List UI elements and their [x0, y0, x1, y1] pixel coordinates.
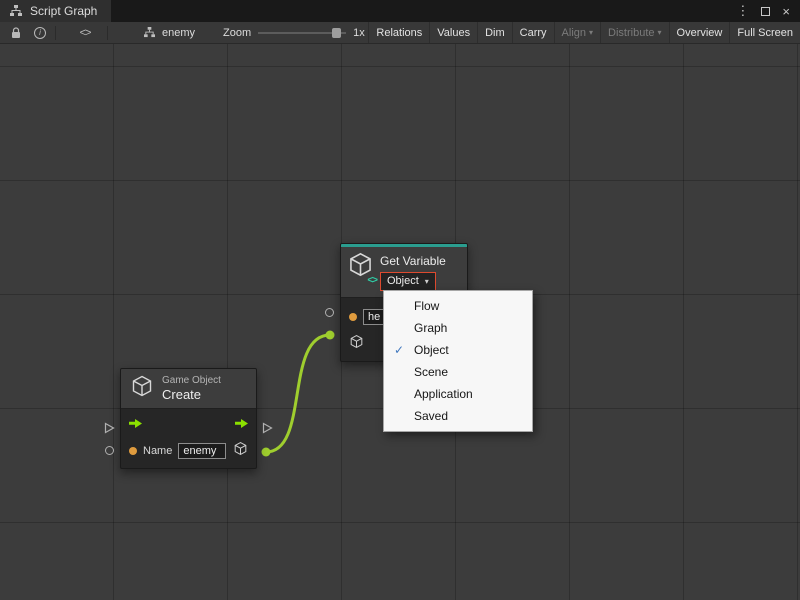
graph-name: enemy: [162, 27, 195, 39]
code-badge-icon: <>: [366, 275, 378, 286]
name-port-label: Name: [143, 445, 172, 457]
wire-output-port-dot[interactable]: [262, 448, 271, 457]
menu-item-object[interactable]: ✓ Object: [384, 339, 532, 361]
node-title: Get Variable: [380, 254, 446, 268]
game-object-cube-icon: [130, 374, 154, 403]
window-controls: ⋮ ×: [736, 0, 800, 22]
scope-value: Object: [387, 275, 419, 287]
scope-context-menu: Flow Graph ✓ Object Scene Application Sa…: [383, 290, 533, 432]
relations-button[interactable]: Relations: [368, 22, 429, 43]
create-node[interactable]: Game Object Create Name: [120, 368, 257, 469]
chevron-down-icon: ▾: [425, 277, 429, 286]
carry-button[interactable]: Carry: [512, 22, 554, 43]
values-button[interactable]: Values: [429, 22, 477, 43]
connection-wire[interactable]: [266, 335, 330, 452]
menu-item-saved[interactable]: Saved: [384, 405, 532, 427]
zoom-control: Zoom 1x: [223, 26, 365, 40]
variable-scope-dropdown[interactable]: Object ▾: [380, 272, 436, 291]
flow-port-row: [129, 417, 248, 433]
toolbar-buttons: Relations Values Dim Carry Align ▾ Distr…: [368, 22, 800, 43]
graph-canvas[interactable]: Game Object Create Name: [0, 44, 800, 600]
zoom-label: Zoom: [223, 27, 251, 39]
graph-breadcrumb[interactable]: enemy: [141, 27, 195, 39]
variable-cube-icon: <>: [347, 251, 374, 283]
info-icon[interactable]: i: [32, 27, 48, 39]
zoom-slider[interactable]: [258, 26, 346, 40]
kebab-menu-icon[interactable]: ⋮: [736, 3, 749, 19]
maximize-icon[interactable]: [761, 7, 770, 16]
window-tab-bar: Script Graph ⋮ ×: [0, 0, 800, 22]
node-title: Create: [162, 387, 221, 402]
tab-script-graph[interactable]: Script Graph: [0, 0, 111, 22]
wire-input-port-dot[interactable]: [326, 331, 335, 340]
dim-button[interactable]: Dim: [477, 22, 512, 43]
script-graph-icon: [8, 5, 24, 17]
check-icon: ✓: [394, 343, 414, 357]
name-input-circle-port[interactable]: [105, 446, 114, 455]
toolbar-divider: [55, 26, 56, 40]
flow-output-triangle-port[interactable]: [262, 421, 273, 439]
chevron-down-icon: ▾: [589, 28, 593, 37]
lock-icon[interactable]: [8, 27, 24, 39]
overview-button[interactable]: Overview: [669, 22, 730, 43]
toolbar-divider: [107, 26, 108, 40]
align-button[interactable]: Align ▾: [554, 22, 600, 43]
chevron-down-icon: ▾: [658, 28, 662, 37]
object-port-cube-icon[interactable]: [349, 334, 364, 354]
string-port-dot[interactable]: [129, 447, 137, 455]
tab-title: Script Graph: [30, 4, 97, 18]
flow-input-triangle-port[interactable]: [104, 421, 115, 439]
menu-item-application[interactable]: Application: [384, 383, 532, 405]
string-port-dot[interactable]: [349, 313, 357, 321]
menu-item-scene[interactable]: Scene: [384, 361, 532, 383]
menu-item-flow[interactable]: Flow: [384, 295, 532, 317]
menu-item-graph[interactable]: Graph: [384, 317, 532, 339]
name-input[interactable]: [178, 443, 226, 459]
flow-output-arrow-icon[interactable]: [235, 416, 248, 434]
create-node-header[interactable]: Game Object Create: [121, 369, 256, 409]
fullscreen-button[interactable]: Full Screen: [729, 22, 800, 43]
flow-input-arrow-icon[interactable]: [129, 416, 142, 434]
graph-asset-icon: [141, 27, 157, 38]
distribute-button[interactable]: Distribute ▾: [600, 22, 668, 43]
gameobject-output-cube-icon[interactable]: [233, 441, 248, 461]
value-input-circle-port[interactable]: [325, 308, 334, 317]
graph-toolbar: i <> enemy Zoom 1x Relations Values Dim …: [0, 22, 800, 44]
create-node-body: Name: [121, 409, 256, 468]
close-icon[interactable]: ×: [782, 4, 790, 19]
code-view-icon[interactable]: <>: [77, 27, 93, 39]
zoom-value: 1x: [353, 27, 365, 39]
zoom-slider-handle[interactable]: [332, 28, 341, 38]
name-port-row: Name: [129, 442, 248, 460]
node-category: Game Object: [162, 375, 221, 387]
